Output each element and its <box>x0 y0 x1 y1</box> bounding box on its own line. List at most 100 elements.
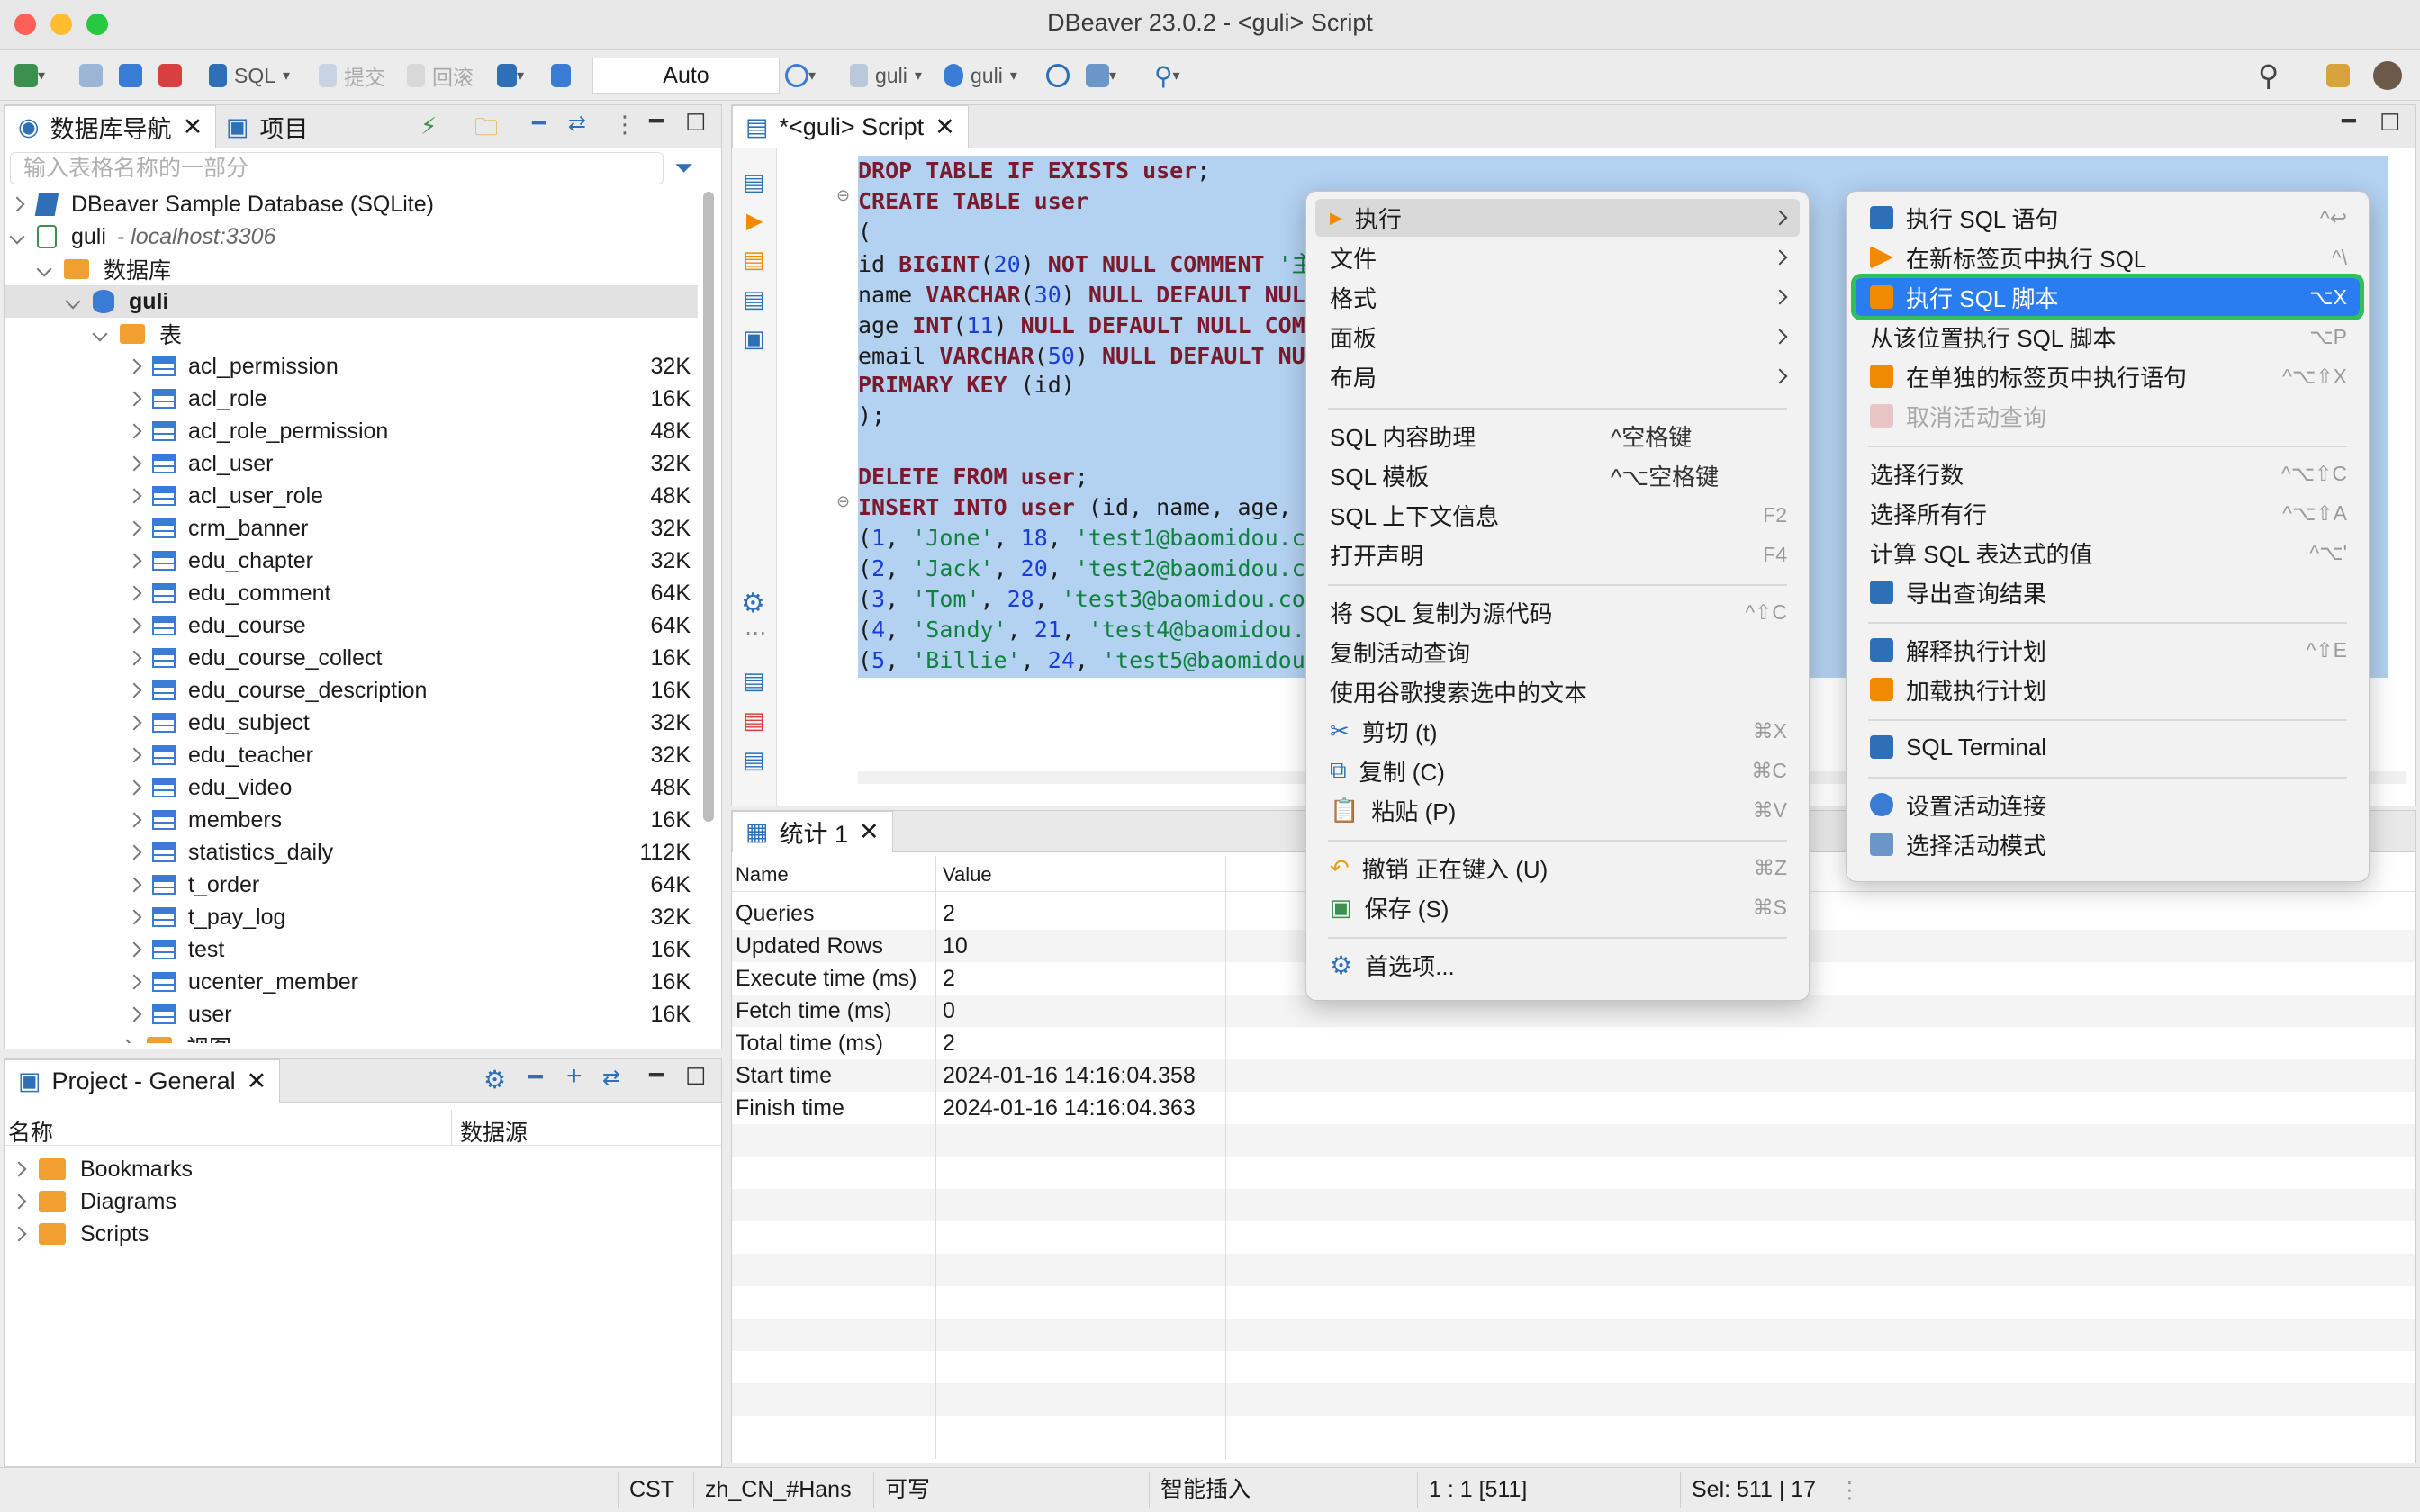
menu-item-file[interactable]: 文件 <box>1315 238 1800 276</box>
terminal-icon[interactable]: ▣ <box>743 325 765 353</box>
chevron-right-icon[interactable] <box>126 877 142 893</box>
chevron-right-icon[interactable] <box>126 1006 142 1022</box>
tree-node-table[interactable]: edu_course_description 16K <box>5 674 691 706</box>
chevron-right-icon[interactable] <box>126 974 142 990</box>
chevron-right-icon[interactable] <box>126 715 142 731</box>
tree-node-table[interactable]: edu_course_collect 16K <box>5 642 691 674</box>
chevron-down-icon[interactable] <box>65 293 81 310</box>
tab-project-general[interactable]: ▣ Project - General ✕ <box>5 1059 281 1102</box>
menu-item-layout[interactable]: 布局 <box>1315 357 1800 395</box>
tab-statistics[interactable]: ▦ 统计 1 ✕ <box>732 811 893 852</box>
submenu-select-all-rows[interactable]: 选择所有行 ^⌥⇧A <box>1856 494 2360 532</box>
chevron-right-icon[interactable] <box>119 1039 135 1043</box>
reconnect-button[interactable] <box>119 58 142 94</box>
submenu-sql-terminal[interactable]: SQL Terminal <box>1856 728 2360 766</box>
submenu-select-row-count[interactable]: 选择行数 ^⌥⇧C <box>1856 454 2360 492</box>
export-icon[interactable]: ▤ <box>743 667 765 695</box>
project-item-scripts[interactable]: Scripts <box>11 1218 149 1250</box>
maximize-icon[interactable]: ☐ <box>685 109 706 137</box>
chevron-right-icon[interactable] <box>126 455 142 472</box>
tree-node-tables[interactable]: 表 <box>92 318 182 350</box>
close-icon[interactable]: ✕ <box>859 818 880 846</box>
table-row[interactable]: Finish time 2024-01-16 14:16:04.363 <box>732 1092 2415 1124</box>
tree-node-table[interactable]: t_pay_log 32K <box>5 901 691 933</box>
tree-node-sample-db[interactable]: DBeaver Sample Database (SQLite) <box>9 188 434 220</box>
project-item-diagrams[interactable]: Diagrams <box>11 1185 176 1218</box>
table-row[interactable]: Start time 2024-01-16 14:16:04.358 <box>732 1059 2415 1092</box>
close-icon[interactable]: ✕ <box>935 113 955 141</box>
table-row[interactable] <box>732 1383 2415 1416</box>
chevron-right-icon[interactable] <box>126 358 142 374</box>
menu-item-execute[interactable]: ▶ 执行 <box>1315 199 1800 237</box>
tree-node-connection[interactable]: guli - localhost:3306 <box>9 220 275 253</box>
status-timezone[interactable]: CST <box>618 1472 690 1508</box>
close-icon[interactable]: ✕ <box>183 113 203 141</box>
collapse-all-icon[interactable]: ━ <box>532 109 546 137</box>
commit-button[interactable]: 提交 <box>319 58 385 94</box>
fold-icon[interactable]: ⊖ <box>836 492 850 511</box>
tree-node-table[interactable]: ucenter_member 16K <box>5 966 691 998</box>
submenu-cancel-query[interactable]: 取消活动查询 <box>1856 397 2360 435</box>
submenu-select-active-schema[interactable]: 选择活动模式 <box>1856 825 2360 863</box>
explain-plan-icon[interactable]: ▤ <box>743 285 765 313</box>
menu-item-paste[interactable]: 📋 粘贴 (P) ⌘V <box>1315 791 1800 829</box>
column-name-header[interactable]: Name <box>736 863 789 886</box>
chevron-right-icon[interactable] <box>126 941 142 958</box>
link-icon[interactable]: ⇄ <box>602 1065 620 1091</box>
chevron-right-icon[interactable] <box>126 520 142 536</box>
table-row[interactable] <box>732 1221 2415 1254</box>
tree-node-table[interactable]: edu_teacher 32K <box>5 739 691 771</box>
transaction-mode-field[interactable]: Auto <box>592 58 780 94</box>
minimize-icon[interactable]: ━ <box>649 1061 664 1089</box>
execute-statement-icon[interactable]: ▤ <box>743 168 765 196</box>
submenu-execute-new-tab[interactable]: 在新标签页中执行 SQL ^\ <box>1856 238 2360 276</box>
tree-node-table[interactable]: edu_video 48K <box>5 771 691 804</box>
submenu-execute-script[interactable]: 执行 SQL 脚本 ⌥X <box>1851 274 2364 320</box>
table-row[interactable] <box>732 1286 2415 1318</box>
tree-node-table[interactable]: crm_banner 32K <box>5 512 691 544</box>
gear-icon[interactable]: ⚙ <box>741 588 765 619</box>
tree-node-views[interactable]: 视图 <box>119 1030 231 1043</box>
menu-item-panel[interactable]: 面板 <box>1315 318 1800 356</box>
link-editor-icon[interactable]: ⇄ <box>568 111 586 137</box>
chevron-right-icon[interactable] <box>126 844 142 860</box>
menu-item-save[interactable]: ▣ 保存 (S) ⌘S <box>1315 888 1800 926</box>
connect-button[interactable] <box>79 58 103 94</box>
search-toolbar-button[interactable]: ⚲ ▾ <box>1154 58 1180 94</box>
table-row[interactable] <box>732 1156 2415 1189</box>
disconnect-button[interactable] <box>158 58 182 94</box>
close-icon[interactable]: ✕ <box>247 1067 267 1095</box>
active-datasource-selector[interactable]: guli ▾ <box>850 58 922 94</box>
tasks-button[interactable]: ▾ <box>1086 58 1116 94</box>
active-schema-selector[interactable]: guli ▾ <box>944 58 1017 94</box>
global-search-button[interactable]: ⚲ <box>2258 58 2279 94</box>
chevron-down-icon[interactable] <box>36 261 52 277</box>
chevron-right-icon[interactable] <box>126 488 142 504</box>
menu-item-content-assist[interactable]: SQL 内容助理 ^空格键 <box>1315 417 1800 454</box>
new-folder-icon[interactable]: 🗀 <box>474 111 498 150</box>
avatar-button[interactable] <box>2373 58 2402 94</box>
more-icon[interactable]: ⋯ <box>745 620 766 646</box>
maximize-icon[interactable]: ☐ <box>2379 109 2400 137</box>
variables-icon[interactable]: ▤ <box>743 746 765 774</box>
tree-node-table[interactable]: acl_permission 32K <box>5 350 691 382</box>
fold-icon[interactable]: ⊖ <box>836 186 850 205</box>
view-menu-icon[interactable]: ⋮ <box>613 111 637 139</box>
menu-item-open-declaration[interactable]: 打开声明 F4 <box>1315 536 1800 573</box>
filter-icon[interactable]: ⏷ <box>674 154 693 183</box>
table-row[interactable] <box>732 1124 2415 1156</box>
tree-node-table[interactable]: edu_chapter 32K <box>5 544 691 577</box>
table-row[interactable] <box>732 1318 2415 1351</box>
menu-item-context-info[interactable]: SQL 上下文信息 F2 <box>1315 496 1800 534</box>
table-row[interactable] <box>732 1189 2415 1221</box>
tree-node-table[interactable]: edu_course 64K <box>5 609 691 642</box>
tree-node-table[interactable]: members 16K <box>5 804 691 836</box>
menu-item-copy-as-source[interactable]: 将 SQL 复制为源代码 ^⇧C <box>1315 593 1800 631</box>
submenu-evaluate-expression[interactable]: 计算 SQL 表达式的值 ^⌥' <box>1856 534 2360 572</box>
transaction-mode-button[interactable]: ▾ <box>497 58 524 94</box>
submenu-export-results[interactable]: 导出查询结果 <box>1856 573 2360 611</box>
submenu-execute-separate-tabs[interactable]: 在单独的标签页中执行语句 ^⌥⇧X <box>1856 357 2360 395</box>
table-row[interactable]: Total time (ms) 2 <box>732 1027 2415 1059</box>
table-row[interactable] <box>732 1254 2415 1286</box>
chevron-right-icon[interactable] <box>11 1226 27 1242</box>
